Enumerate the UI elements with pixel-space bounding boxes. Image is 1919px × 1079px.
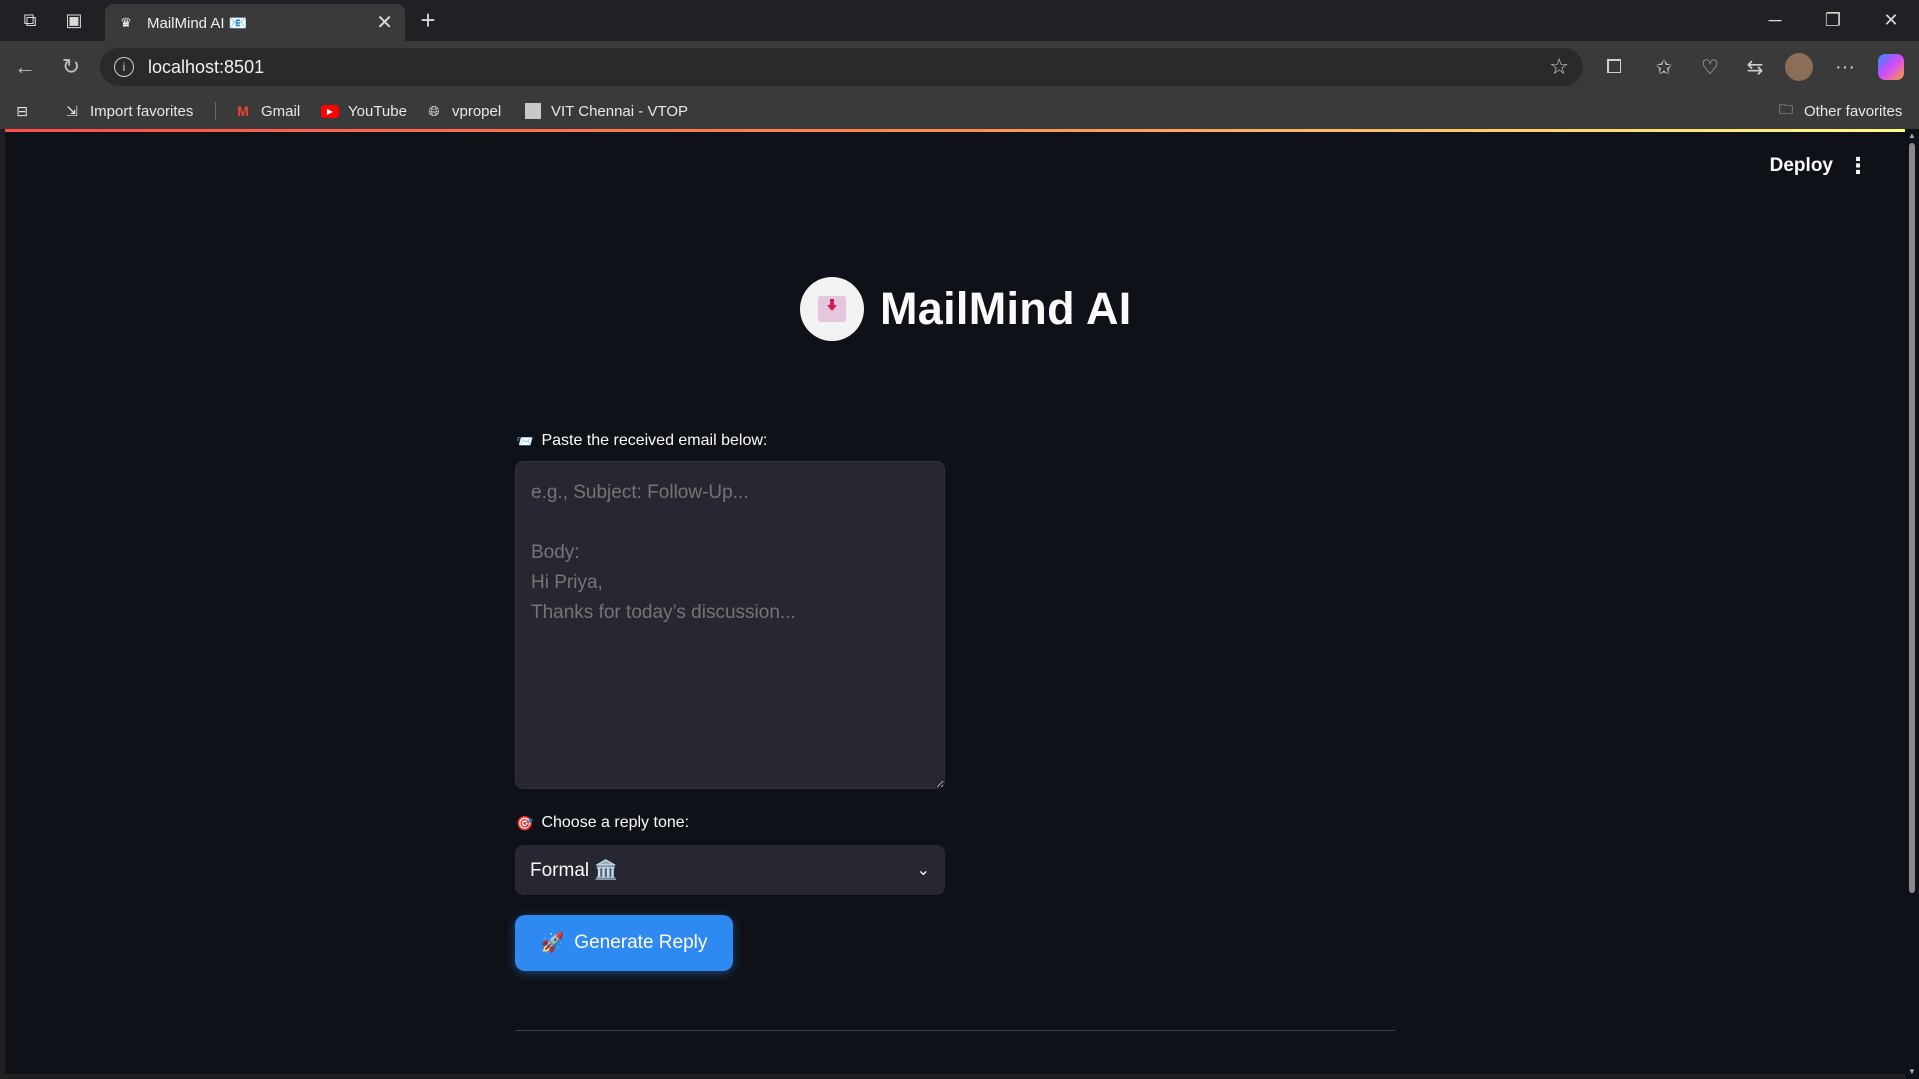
app-header: MailMind AI — [800, 277, 1132, 341]
streamlit-crown-icon: ♛ — [120, 14, 132, 30]
generate-reply-label: Generate Reply — [574, 932, 708, 953]
decoration-bar — [5, 129, 1905, 132]
tone-select[interactable]: Formal 🏛️ ⌄ — [515, 845, 945, 895]
bookmark-separator — [215, 102, 216, 120]
deploy-button[interactable]: Deploy — [1770, 155, 1833, 177]
browser-tabbar: ⧉ ▣ ♛ MailMind AI 📧 ✕ + ─ ❐ ✕ — [0, 0, 1919, 41]
bookmark-gmail[interactable]: M Gmail — [233, 93, 300, 129]
globe-icon: 🌐︎ — [428, 102, 440, 119]
folder-icon: 🗀 — [1779, 101, 1793, 117]
tone-label-text: Choose a reply tone: — [541, 814, 690, 831]
favorites-icon[interactable]: ✩ — [1643, 46, 1685, 88]
bookmark-label: vpropel — [452, 102, 502, 120]
bookmark-vpropel[interactable]: 🌐︎ vpropel — [424, 93, 501, 129]
inbox-icon — [800, 277, 864, 341]
tab-actions-icon[interactable]: ▣ — [52, 0, 96, 41]
generate-reply-button[interactable]: 🚀 Generate Reply — [515, 915, 733, 971]
page-scrollbar[interactable]: ▲ ▼ — [1905, 129, 1919, 1079]
chevron-down-icon[interactable]: ⌄ — [917, 860, 930, 880]
profile-avatar[interactable] — [1778, 46, 1820, 88]
import-icon: ⇲ — [66, 102, 78, 119]
window-close-icon[interactable]: ✕ — [1862, 0, 1919, 41]
restore-icon[interactable]: ❐ — [1804, 0, 1862, 41]
bookmark-youtube[interactable]: ▶ YouTube — [320, 93, 407, 129]
scroll-up-icon[interactable]: ▲ — [1907, 131, 1917, 141]
info-icon[interactable]: i — [114, 57, 134, 77]
url-text[interactable]: localhost:8501 — [148, 57, 1549, 78]
health-icon[interactable]: ♡ — [1689, 46, 1731, 88]
reading-view-icon[interactable]: ⊟ — [12, 93, 32, 129]
browser-tab[interactable]: ♛ MailMind AI 📧 ✕ — [105, 4, 405, 41]
bookmark-label: Import favorites — [90, 102, 194, 120]
bookmark-label: Other favorites — [1804, 102, 1903, 120]
scroll-down-icon[interactable]: ▼ — [1907, 1067, 1917, 1077]
bookmark-label: VIT Chennai - VTOP — [551, 102, 689, 120]
app-viewport: Deploy ⋮ MailMind AI 📨 Paste the receive… — [5, 129, 1905, 1074]
workspaces-icon[interactable]: ⧉ — [8, 0, 52, 41]
incoming-envelope-icon: 📨 — [516, 432, 534, 449]
tab-title: MailMind AI 📧 — [147, 14, 248, 32]
page-title: MailMind AI — [880, 283, 1132, 334]
extensions-icon[interactable]: ⧠ — [1593, 46, 1635, 88]
plus-icon[interactable]: + — [412, 4, 444, 36]
target-icon: 🎯 — [516, 814, 534, 831]
refresh-icon[interactable]: ↻ — [48, 47, 94, 87]
minimize-icon[interactable]: ─ — [1746, 0, 1804, 41]
back-icon[interactable]: ← — [2, 47, 48, 87]
copilot-icon[interactable] — [1870, 46, 1912, 88]
bookmarks-bar: ⊟ ⇲ Import favorites M Gmail ▶ YouTube 🌐… — [0, 93, 1919, 129]
email-textarea[interactable] — [515, 461, 945, 789]
address-bar[interactable]: i localhost:8501 ☆ — [100, 48, 1583, 86]
email-label-text: Paste the received email below: — [541, 432, 768, 449]
bookmark-import-favorites[interactable]: ⇲ Import favorites — [62, 93, 193, 129]
scrollbar-thumb[interactable] — [1909, 143, 1915, 893]
tone-selected-value: Formal 🏛️ — [530, 860, 619, 881]
tone-label: 🎯 Choose a reply tone: — [516, 814, 689, 832]
main-menu-icon[interactable]: ⋮ — [1847, 153, 1869, 179]
bookmark-label: YouTube — [348, 102, 407, 120]
divider — [515, 1030, 1395, 1031]
share-icon[interactable]: ⇆ — [1734, 46, 1776, 88]
email-label: 📨 Paste the received email below: — [516, 432, 767, 450]
bookmark-label: Gmail — [261, 102, 301, 120]
rocket-icon: 🚀 — [540, 933, 565, 954]
star-icon[interactable]: ☆ — [1549, 54, 1569, 80]
youtube-icon: ▶ — [320, 101, 340, 121]
close-icon[interactable]: ✕ — [376, 10, 393, 35]
more-icon[interactable]: ··· — [1824, 46, 1866, 88]
bookmark-vit[interactable]: VIT Chennai - VTOP — [523, 93, 688, 129]
vit-icon — [523, 101, 543, 121]
bookmark-other-favorites[interactable]: 🗀 Other favorites — [1776, 93, 1902, 129]
gmail-icon: M — [237, 103, 249, 119]
